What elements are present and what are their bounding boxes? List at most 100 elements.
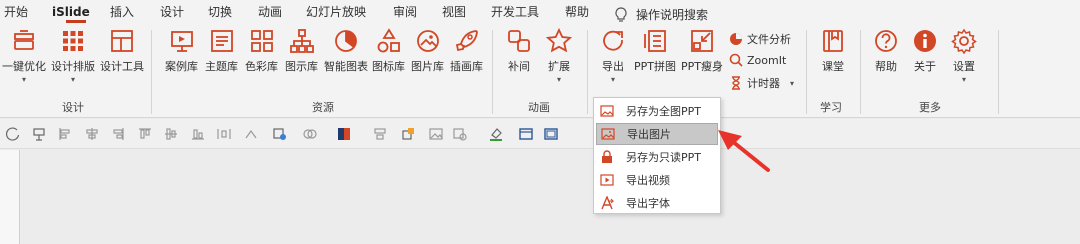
- tab-insert[interactable]: 插入: [110, 0, 134, 24]
- align-top-edge-icon[interactable]: [137, 126, 153, 142]
- icon-library-button[interactable]: 图标库: [372, 28, 405, 74]
- case-library-label: 案例库: [165, 60, 198, 73]
- picture-library-button[interactable]: 图片库: [411, 28, 444, 74]
- tab-transitions[interactable]: 切换: [208, 0, 232, 24]
- save-readonly-ppt-icon: [600, 150, 614, 164]
- icon-library-icon: [376, 28, 402, 54]
- color-fill-icon[interactable]: [336, 126, 352, 142]
- arrange-icon[interactable]: [372, 126, 388, 142]
- menu-item-export-font[interactable]: 导出字体: [596, 192, 718, 214]
- hourglass-icon: [729, 76, 743, 90]
- design-tools-icon: [109, 28, 135, 54]
- zoomit-button[interactable]: ZoomIt: [729, 53, 786, 67]
- ppt-slim-button[interactable]: PPT瘦身: [681, 28, 723, 74]
- align-quick-toolbar: [0, 119, 1080, 149]
- case-library-button[interactable]: 案例库: [165, 28, 198, 74]
- align-center-icon[interactable]: [84, 126, 100, 142]
- about-label: 关于: [914, 60, 936, 73]
- layout-grid-icon: [60, 28, 86, 54]
- smart-chart-button[interactable]: 智能图表: [324, 28, 368, 74]
- group-label-learning: 学习: [820, 101, 842, 114]
- chevron-down-icon: ▾: [610, 75, 615, 84]
- chevron-down-icon: ▾: [21, 75, 26, 84]
- ppt-collage-label: PPT拼图: [634, 60, 676, 73]
- case-library-icon: [169, 28, 195, 54]
- slide-format-icon[interactable]: [543, 126, 559, 142]
- align-left-icon[interactable]: [57, 126, 73, 142]
- menu-item-save-as-image-ppt[interactable]: 另存为全图PPT: [596, 100, 718, 122]
- help-button[interactable]: 帮助: [873, 28, 899, 74]
- menu-item-label: 另存为只读PPT: [626, 151, 701, 164]
- chevron-down-icon: ▾: [961, 75, 966, 84]
- export-label: 导出: [602, 60, 624, 73]
- file-analysis-label: 文件分析: [747, 33, 791, 46]
- align-middle-icon[interactable]: [163, 126, 179, 142]
- file-analysis-button[interactable]: 文件分析: [729, 31, 791, 47]
- shape-format-icon[interactable]: [272, 126, 288, 142]
- tab-design[interactable]: 设计: [160, 0, 184, 24]
- classroom-label: 课堂: [822, 60, 844, 73]
- diagram-library-label: 图示库: [285, 60, 318, 73]
- smart-chart-icon: [333, 28, 359, 54]
- color-library-label: 色彩库: [245, 60, 278, 73]
- tab-view[interactable]: 视图: [442, 0, 466, 24]
- timer-button[interactable]: 计时器 ▾: [729, 75, 794, 91]
- merge-shapes-icon[interactable]: [302, 126, 318, 142]
- color-library-button[interactable]: 色彩库: [245, 28, 278, 74]
- extend-button[interactable]: 扩展 ▾: [546, 28, 572, 84]
- menu-item-label: 导出图片: [627, 128, 671, 141]
- ppt-collage-icon: [642, 28, 668, 54]
- rotate-icon[interactable]: [5, 126, 21, 142]
- design-tools-button[interactable]: 设计工具: [100, 28, 144, 74]
- timer-label: 计时器: [747, 77, 780, 90]
- ppt-collage-button[interactable]: PPT拼图: [634, 28, 676, 74]
- menu-item-label: 导出字体: [626, 197, 670, 210]
- distribute-horizontal-icon[interactable]: [216, 126, 232, 142]
- ribbon-tab-bar: 开始 iSlide 插入 设计 切换 动画 幻灯片放映 审阅 视图 开发工具 帮…: [0, 0, 1080, 24]
- group-label-animation: 动画: [528, 101, 550, 114]
- menu-item-export-video[interactable]: 导出视频: [596, 169, 718, 191]
- picture-effects-icon[interactable]: [452, 126, 468, 142]
- diagram-library-button[interactable]: 图示库: [285, 28, 318, 74]
- group-divider: [860, 30, 861, 114]
- group-divider: [587, 30, 588, 114]
- settings-label: 设置: [953, 60, 975, 73]
- rotate-flip-icon[interactable]: [243, 126, 259, 142]
- tween-icon: [506, 28, 532, 54]
- group-divider: [806, 30, 807, 114]
- settings-button[interactable]: 设置 ▾: [951, 28, 977, 84]
- menu-item-label: 导出视频: [626, 174, 670, 187]
- one-click-optimize-button[interactable]: 一键优化 ▾: [2, 28, 46, 84]
- export-button[interactable]: 导出 ▾: [593, 26, 633, 96]
- align-right-icon[interactable]: [110, 126, 126, 142]
- slide-size-icon[interactable]: [518, 126, 534, 142]
- crop-icon[interactable]: [400, 126, 416, 142]
- tab-help[interactable]: 帮助: [565, 0, 589, 24]
- illustration-library-label: 插画库: [450, 60, 483, 73]
- menu-item-export-image[interactable]: 导出图片: [596, 123, 718, 145]
- shape-fill-icon[interactable]: [488, 126, 504, 142]
- align-top-icon[interactable]: [31, 126, 47, 142]
- classroom-button[interactable]: 课堂: [820, 28, 846, 74]
- zoomit-label: ZoomIt: [747, 53, 787, 67]
- illustration-library-button[interactable]: 插画库: [450, 28, 483, 74]
- tab-review[interactable]: 审阅: [393, 0, 417, 24]
- about-button[interactable]: 关于: [912, 28, 938, 74]
- picture-tool-icon[interactable]: [428, 126, 444, 142]
- tween-button[interactable]: 补间: [506, 28, 532, 74]
- group-divider: [998, 30, 999, 114]
- design-layout-button[interactable]: 设计排版 ▾: [51, 28, 95, 84]
- settings-gear-icon: [951, 28, 977, 54]
- slide-thumbnail-pane[interactable]: [0, 150, 20, 244]
- theme-library-button[interactable]: 主题库: [205, 28, 238, 74]
- tab-slideshow[interactable]: 幻灯片放映: [306, 0, 366, 24]
- ppt-slim-icon: [689, 28, 715, 54]
- menu-item-save-readonly-ppt[interactable]: 另存为只读PPT: [596, 146, 718, 168]
- chevron-down-icon: ▾: [556, 75, 561, 84]
- align-bottom-icon[interactable]: [190, 126, 206, 142]
- active-tab-indicator: [66, 20, 86, 23]
- tab-animations[interactable]: 动画: [258, 0, 282, 24]
- tab-home[interactable]: 开始: [4, 0, 28, 24]
- tab-developer[interactable]: 开发工具: [491, 0, 539, 24]
- save-as-image-ppt-icon: [600, 104, 614, 118]
